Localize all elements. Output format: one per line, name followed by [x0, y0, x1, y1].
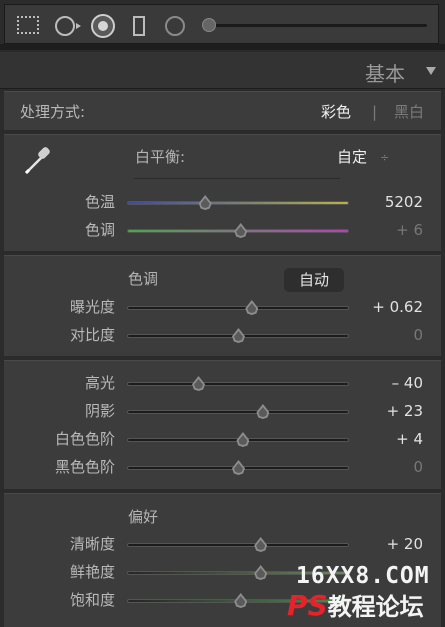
toolbar-slider-track[interactable] — [205, 24, 427, 27]
divider — [134, 178, 340, 179]
slider-track[interactable] — [127, 306, 349, 310]
eyedropper-icon[interactable] — [20, 143, 54, 177]
slider-label: 对比度 — [69, 326, 115, 344]
slider-label: 白色色阶 — [54, 430, 115, 448]
treatment-label: 处理方式: — [20, 103, 86, 121]
circle-icon[interactable] — [165, 16, 185, 36]
slider-value[interactable]: 0 — [363, 458, 423, 476]
panel-header[interactable]: 基本 — [0, 52, 445, 89]
slider-label: 色温 — [84, 193, 115, 211]
slider-label: 黑色色阶 — [54, 458, 115, 476]
treatment-separator: | — [372, 103, 378, 121]
slider-value[interactable]: 5202 — [363, 193, 423, 211]
slider-value[interactable]: – 40 — [363, 374, 423, 392]
slider-label: 曝光度 — [69, 298, 115, 316]
rectangle-icon[interactable] — [133, 16, 145, 36]
white-balance-preset[interactable]: 自定 — [337, 148, 367, 166]
treatment-color-option[interactable]: 彩色 — [321, 103, 351, 121]
slider-value[interactable]: + 23 — [363, 402, 423, 420]
slider-label: 饱和度 — [69, 591, 115, 609]
watermark-title: 教程论坛 — [327, 593, 424, 621]
arrow-icon — [76, 23, 81, 29]
treatment-bw-option[interactable]: 黑白 — [394, 103, 424, 121]
toolbar — [4, 4, 439, 44]
slider-label: 鲜艳度 — [69, 563, 115, 581]
slider-label: 色调 — [84, 221, 115, 239]
separator — [0, 44, 445, 50]
watermark-ps: PS — [287, 589, 328, 622]
slider-track[interactable] — [127, 201, 349, 205]
auto-button[interactable]: 自动 — [284, 268, 344, 292]
watermark-logo: PS教程论坛 — [287, 587, 424, 622]
circle-arrow-icon[interactable] — [55, 16, 75, 36]
panel-title: 基本 — [365, 62, 405, 86]
grid-overlay-icon[interactable] — [17, 16, 39, 34]
slider-value[interactable]: + 6 — [363, 221, 423, 239]
preset-dropdown-icon[interactable]: ÷ — [380, 149, 389, 167]
slider-value[interactable]: + 0.62 — [363, 298, 423, 316]
toolbar-slider-knob[interactable] — [202, 18, 216, 32]
ring-icon[interactable] — [93, 16, 113, 36]
treatment-section: 处理方式: 彩色 | 黑白 — [4, 91, 441, 131]
slider-track[interactable] — [127, 410, 349, 414]
slider-label: 清晰度 — [69, 535, 115, 553]
tone-header: 色调 — [128, 270, 159, 288]
collapse-arrow-icon[interactable] — [426, 67, 436, 75]
slider-value[interactable]: + 4 — [363, 430, 423, 448]
slider-track[interactable] — [127, 543, 349, 547]
white-balance-label: 白平衡: — [135, 148, 186, 166]
presence-header: 偏好 — [128, 508, 159, 526]
slider-label: 高光 — [84, 374, 115, 392]
slider-label: 阴影 — [84, 402, 115, 420]
watermark-domain: 16XX8.COM — [296, 563, 430, 589]
slider-track[interactable] — [127, 382, 349, 386]
slider-value[interactable]: + 20 — [363, 535, 423, 553]
slider-value[interactable]: 0 — [363, 326, 423, 344]
